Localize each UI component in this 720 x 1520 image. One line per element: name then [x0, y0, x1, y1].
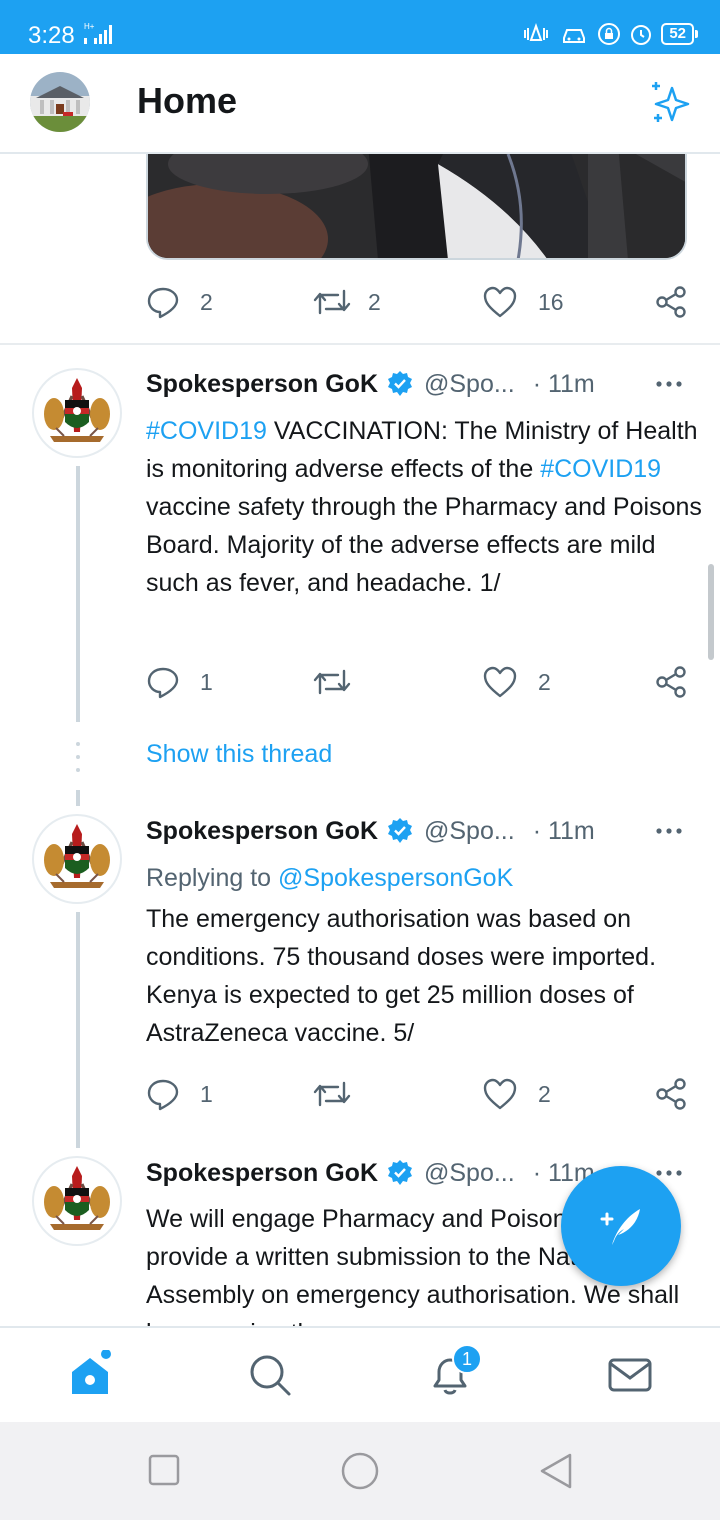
thread-dot: [76, 755, 80, 759]
retweet-button[interactable]: [312, 664, 352, 700]
tweet-time[interactable]: · 11m: [533, 817, 595, 846]
scrollbar[interactable]: [708, 564, 714, 660]
tweet-author-avatar[interactable]: [32, 368, 122, 458]
show-thread-link[interactable]: Show this thread: [146, 740, 332, 769]
like-icon: [483, 1078, 517, 1110]
tweet-actions: 2 2 16: [146, 284, 691, 324]
like-button[interactable]: 2: [482, 664, 551, 700]
like-count: 2: [538, 1080, 551, 1107]
share-button[interactable]: [654, 284, 688, 320]
profile-avatar[interactable]: [30, 72, 90, 132]
compose-icon: [600, 1209, 640, 1245]
more-icon[interactable]: [653, 815, 685, 854]
tweet-author-avatar[interactable]: [32, 1156, 122, 1246]
like-count: 2: [538, 668, 551, 695]
alarm-icon: [631, 25, 652, 45]
battery-level: 52: [661, 23, 698, 45]
tweet-text-segment: vaccine safety through the Pharmacy and …: [146, 493, 702, 597]
more-icon[interactable]: [653, 368, 685, 407]
page-title: Home: [137, 80, 238, 121]
share-icon: [656, 666, 686, 698]
verified-icon: [388, 371, 412, 396]
notification-badge: 1: [452, 1344, 482, 1374]
replying-to: Replying to @SpokespersonGoK: [146, 859, 513, 897]
nav-messages[interactable]: [605, 1350, 655, 1400]
author-name[interactable]: Spokesperson GoK: [146, 1159, 378, 1188]
thread-line: [76, 912, 80, 1148]
like-button[interactable]: 2: [482, 1076, 551, 1112]
thread-line: [76, 466, 80, 722]
sparkle-icon[interactable]: [648, 80, 694, 131]
status-time: 3:28: [28, 22, 75, 49]
hashtag-link[interactable]: #COVID19: [146, 417, 267, 445]
tweet-author-avatar[interactable]: [32, 814, 122, 904]
thread-dot: [76, 742, 80, 746]
reply-count: 1: [200, 668, 213, 695]
hashtag-link[interactable]: #COVID19: [540, 455, 661, 483]
app-header: Home: [0, 54, 720, 154]
home-icon: [72, 1349, 111, 1394]
messages-icon: [608, 1358, 652, 1392]
recents-button[interactable]: [148, 1452, 180, 1486]
tweet-actions: 1 2: [146, 664, 691, 704]
replying-prefix: Replying to: [146, 864, 272, 892]
reply-count: 2: [200, 288, 213, 315]
reply-button[interactable]: 2: [146, 284, 213, 320]
bottom-nav: [0, 1326, 720, 1422]
reply-icon: [147, 287, 179, 319]
share-icon: [656, 1078, 686, 1110]
like-count: 16: [538, 288, 564, 315]
nav-search[interactable]: [245, 1350, 295, 1400]
tweet-header: Spokesperson GoK @Spo... · 11m: [146, 366, 691, 402]
author-handle[interactable]: @Spo...: [424, 1159, 515, 1188]
verified-icon: [388, 1160, 412, 1185]
reply-count: 1: [200, 1080, 213, 1107]
share-button[interactable]: [654, 1076, 688, 1112]
retweet-icon: [313, 289, 351, 315]
share-button[interactable]: [654, 664, 688, 700]
share-icon: [656, 286, 686, 318]
vibrate-icon: [524, 23, 549, 41]
mention-link[interactable]: @SpokespersonGoK: [278, 864, 513, 892]
reply-icon: [147, 1079, 179, 1111]
lock-icon: [598, 23, 621, 45]
retweet-button[interactable]: [312, 1076, 352, 1112]
author-handle[interactable]: @Spo...: [424, 817, 515, 846]
retweet-icon: [313, 669, 351, 695]
like-button[interactable]: 16: [482, 284, 564, 320]
search-icon: [250, 1355, 291, 1396]
tweet-actions: 1 2: [146, 1076, 691, 1116]
tweet-divider: [0, 343, 720, 345]
reply-button[interactable]: 1: [146, 1076, 213, 1112]
back-button[interactable]: [538, 1452, 574, 1490]
signal-icon: H+: [80, 20, 116, 51]
status-bar: 3:28 H+ 52: [0, 0, 720, 54]
retweet-count: 2: [368, 288, 381, 315]
verified-icon: [388, 818, 412, 843]
svg-text:H+: H+: [84, 22, 95, 31]
retweet-button[interactable]: 2: [312, 284, 381, 320]
tweet-text[interactable]: #COVID19 VACCINATION: The Ministry of He…: [146, 412, 706, 602]
car-icon: [563, 29, 586, 43]
reply-icon: [147, 667, 179, 699]
system-nav-bar: [0, 1422, 720, 1520]
reply-button[interactable]: 1: [146, 664, 213, 700]
author-name[interactable]: Spokesperson GoK: [146, 817, 378, 846]
thread-dot: [76, 768, 80, 772]
compose-tweet-button[interactable]: [561, 1166, 681, 1286]
home-button[interactable]: [340, 1452, 380, 1492]
author-handle[interactable]: @Spo...: [424, 370, 515, 399]
retweet-icon: [313, 1081, 351, 1107]
tweet-time[interactable]: · 11m: [533, 370, 595, 399]
home-timeline[interactable]: 2 2 16 Spokesperson GoK @Spo... · 11m #C…: [0, 154, 720, 1326]
author-name[interactable]: Spokesperson GoK: [146, 370, 378, 399]
like-icon: [483, 286, 517, 318]
tweet-text[interactable]: The emergency authorisation was based on…: [146, 900, 706, 1052]
thread-line: [76, 790, 80, 806]
tweet-media-image[interactable]: [146, 154, 687, 260]
nav-home[interactable]: [66, 1349, 116, 1400]
like-icon: [483, 666, 517, 698]
tweet-header: Spokesperson GoK @Spo... · 11m: [146, 813, 691, 849]
